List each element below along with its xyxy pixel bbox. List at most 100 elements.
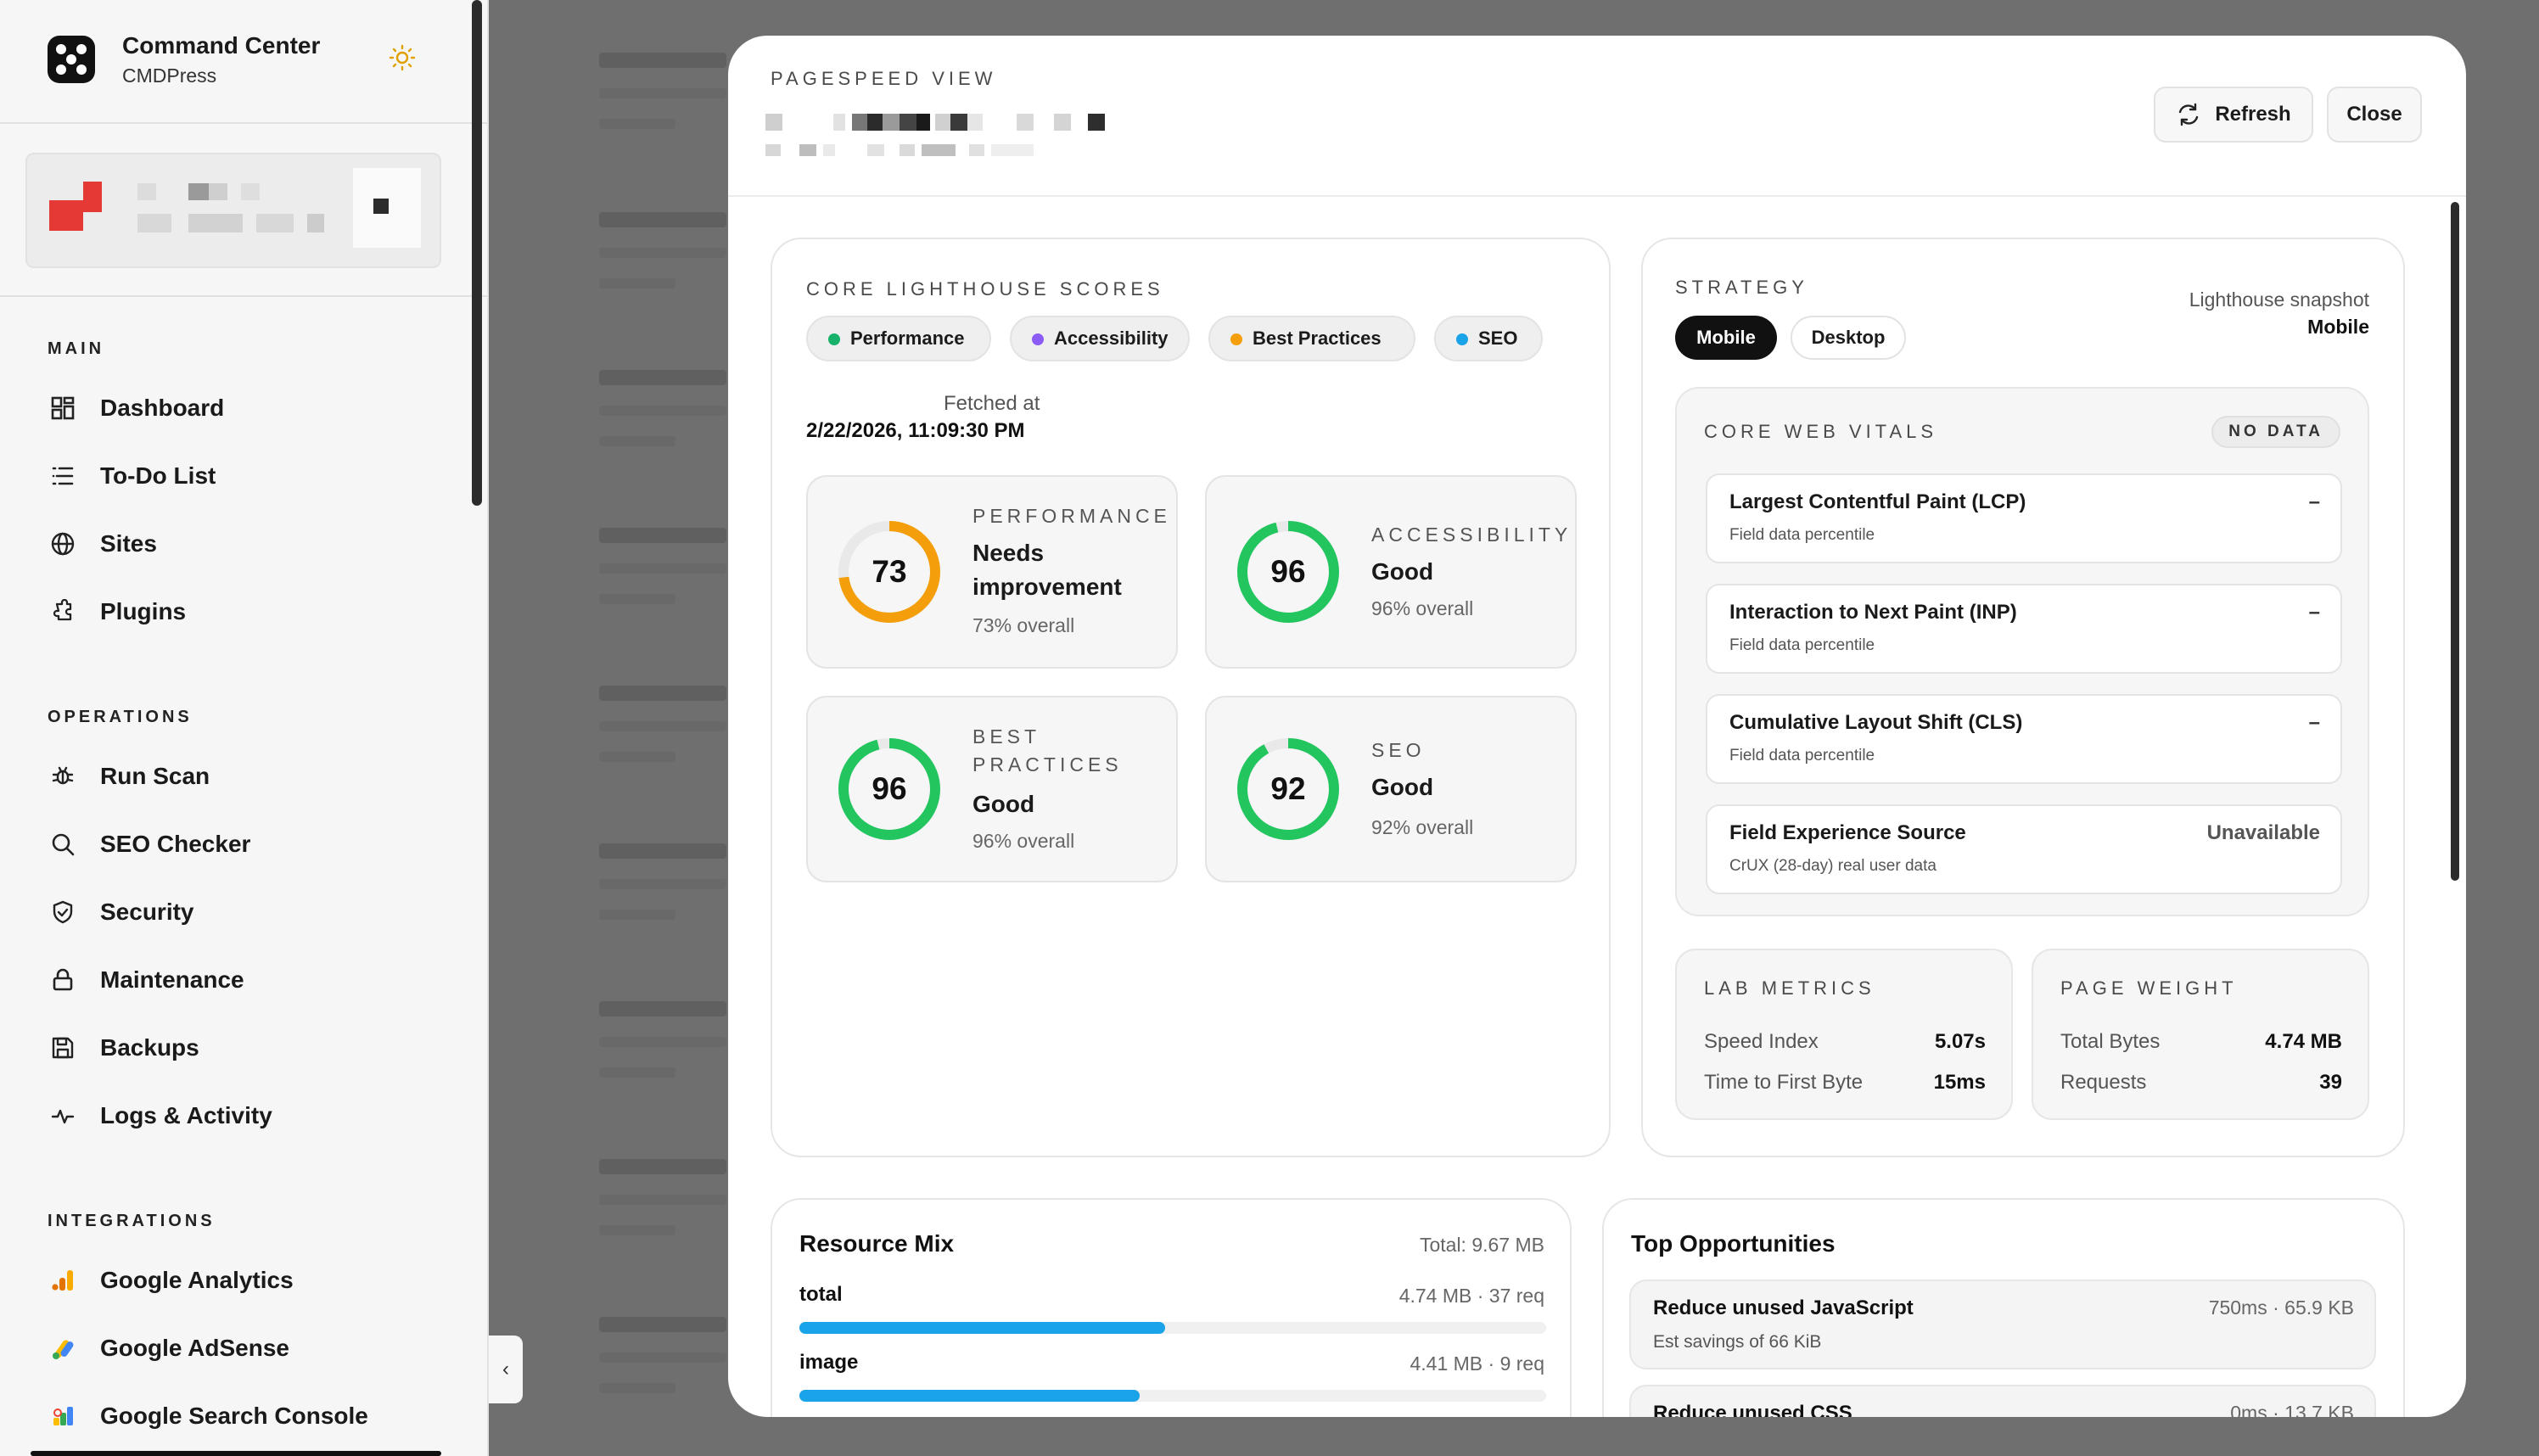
modal-eyebrow: PAGESPEED VIEW	[771, 68, 997, 89]
sidebar-item-label: Logs & Activity	[100, 1102, 272, 1128]
snapshot-value: Mobile	[2307, 316, 2369, 338]
score-value: 96	[1270, 554, 1306, 589]
app-subtitle: CMDPress	[122, 64, 217, 87]
lock-icon	[48, 965, 78, 995]
activity-icon	[48, 1100, 78, 1131]
theme-toggle-sun-icon[interactable]	[389, 44, 416, 71]
page-weight-row: Requests 39	[2060, 1071, 2342, 1094]
section-label-operations: OPERATIONS	[48, 708, 193, 726]
sidebar-item-maintenance[interactable]: Maintenance	[48, 959, 455, 1001]
site-selector[interactable]	[25, 153, 441, 268]
snapshot-label: Lighthouse snapshot	[2189, 288, 2369, 311]
score-status: Good	[1371, 558, 1434, 585]
sidebar-item-todo[interactable]: To-Do List	[48, 455, 455, 497]
lab-metrics-panel: LAB METRICS Speed Index 5.07s Time to Fir…	[1675, 949, 2013, 1120]
list-icon	[48, 461, 78, 491]
redacted-text	[137, 183, 156, 200]
modal-header: PAGESPEED VIEW Refresh Close	[728, 36, 2466, 197]
sidebar-item-label: Maintenance	[100, 966, 244, 993]
vital-value: Unavailable	[2206, 821, 2320, 844]
opportunity-item[interactable]: Reduce unused JavaScript 750ms · 65.9 KB…	[1629, 1280, 2376, 1369]
score-name: ACCESSIBILITY	[1371, 524, 1572, 546]
lab-metric-row: Time to First Byte 15ms	[1704, 1071, 1986, 1094]
chevron-left-icon: ‹	[502, 1358, 509, 1380]
collapse-sidebar-button[interactable]: ‹	[489, 1336, 523, 1403]
opportunity-metric: 750ms · 65.9 KB	[2208, 1296, 2354, 1319]
sidebar-item-dashboard[interactable]: Dashboard	[48, 387, 455, 429]
resource-mix-title: Resource Mix	[799, 1230, 955, 1257]
blurred-row	[599, 528, 726, 624]
sidebar-item-label: To-Do List	[100, 462, 216, 489]
page-weight-panel: PAGE WEIGHT Total Bytes 4.74 MB Requests 3…	[2032, 949, 2369, 1120]
score-name: BEST PRACTICES	[972, 725, 1123, 776]
vital-row-inp: Interaction to Next Paint (INP) Field da…	[1706, 584, 2342, 674]
sidebar-item-label: Google Search Console	[100, 1403, 368, 1429]
resource-value: 4.41 MB · 9 req	[1410, 1352, 1544, 1375]
resource-mix-total: Total: 9.67 MB	[1419, 1234, 1544, 1256]
vital-value: –	[2308, 711, 2320, 734]
legend-dot	[1230, 333, 1242, 345]
vital-value: –	[2308, 490, 2320, 513]
brand[interactable]: Command Center CMDPress	[48, 32, 438, 100]
resource-value: 4.74 MB · 37 req	[1398, 1285, 1544, 1307]
opportunity-item[interactable]: Reduce unused CSS 0ms · 13.7 KB	[1629, 1385, 2376, 1417]
sidebar-item-security[interactable]: Security	[48, 891, 455, 933]
core-web-vitals-panel: CORE WEB VITALS NO DATA Largest Contentf…	[1675, 387, 2369, 916]
refresh-button[interactable]: Refresh	[2154, 87, 2313, 143]
score-status: Good	[972, 791, 1035, 817]
legend-dot	[828, 333, 840, 345]
save-icon	[48, 1033, 78, 1063]
search-icon	[48, 829, 78, 860]
blurred-row	[599, 1317, 726, 1414]
sidebar-item-seo-checker[interactable]: SEO Checker	[48, 823, 455, 865]
score-overall: 92% overall	[1371, 816, 1474, 838]
sidebar-item-label: Plugins	[100, 598, 187, 624]
sidebar-divider	[0, 295, 489, 297]
sidebar-item-logs[interactable]: Logs & Activity	[48, 1095, 455, 1137]
sidebar-item-label: Google Analytics	[100, 1267, 294, 1293]
shield-icon	[48, 897, 78, 927]
legend-seo: SEO	[1434, 316, 1543, 361]
blurred-row	[599, 212, 726, 309]
legend-accessibility: Accessibility	[1010, 316, 1190, 361]
sidebar-item-backups[interactable]: Backups	[48, 1027, 455, 1069]
sidebar: Command Center CMDPress MAIN Dashboard T…	[0, 0, 489, 1456]
sidebar-item-google-analytics[interactable]: Google Analytics	[48, 1259, 455, 1302]
resource-bar	[799, 1390, 1546, 1402]
sidebar-item-sites[interactable]: Sites	[48, 523, 455, 565]
vital-sub: Field data percentile	[1729, 526, 1875, 544]
score-card-best-practices: 96 BEST PRACTICES Good 96% overall	[806, 696, 1178, 882]
score-value: 73	[872, 554, 907, 589]
resource-bar-fill	[799, 1390, 1141, 1402]
sidebar-item-google-search-console[interactable]: Google Search Console	[48, 1395, 455, 1437]
vital-sub: Field data percentile	[1729, 636, 1875, 654]
sidebar-item-google-adsense[interactable]: Google AdSense	[48, 1327, 455, 1369]
sidebar-item-run-scan[interactable]: Run Scan	[48, 755, 455, 798]
strategy-mobile-button[interactable]: Mobile	[1675, 316, 1777, 360]
resource-mix-card: Resource Mix Total: 9.67 MB total 4.74 M…	[771, 1198, 1572, 1417]
vital-row-cls: Cumulative Layout Shift (CLS) Field data…	[1706, 694, 2342, 784]
sidebar-item-label: Google AdSense	[100, 1335, 290, 1361]
resource-bar-fill	[799, 1322, 1166, 1334]
blurred-row	[599, 370, 726, 467]
legend-performance: Performance	[806, 316, 991, 361]
close-button[interactable]: Close	[2327, 87, 2422, 143]
strategy-desktop-button[interactable]: Desktop	[1791, 316, 1906, 360]
score-name: PERFORMANCE	[972, 505, 1171, 527]
dashboard-icon	[48, 393, 78, 423]
app-title: Command Center	[122, 32, 321, 59]
core-scores-title: CORE LIGHTHOUSE SCORES	[806, 278, 1164, 300]
vital-value: –	[2308, 601, 2320, 624]
legend-dot	[1032, 333, 1044, 345]
opportunity-title: Reduce unused JavaScript	[1653, 1296, 1914, 1319]
sidebar-scrollbar[interactable]	[472, 0, 482, 506]
vital-title: Interaction to Next Paint (INP)	[1729, 601, 2017, 624]
fetched-value: 2/22/2026, 11:09:30 PM	[806, 419, 1025, 442]
sidebar-item-plugins[interactable]: Plugins	[48, 591, 455, 633]
sidebar-item-label: Security	[100, 899, 194, 925]
score-value: 96	[872, 771, 907, 806]
resource-bar	[799, 1322, 1546, 1334]
modal-scrollbar[interactable]	[2451, 202, 2459, 881]
refresh-label: Refresh	[2215, 103, 2291, 126]
blurred-row	[599, 1001, 726, 1098]
